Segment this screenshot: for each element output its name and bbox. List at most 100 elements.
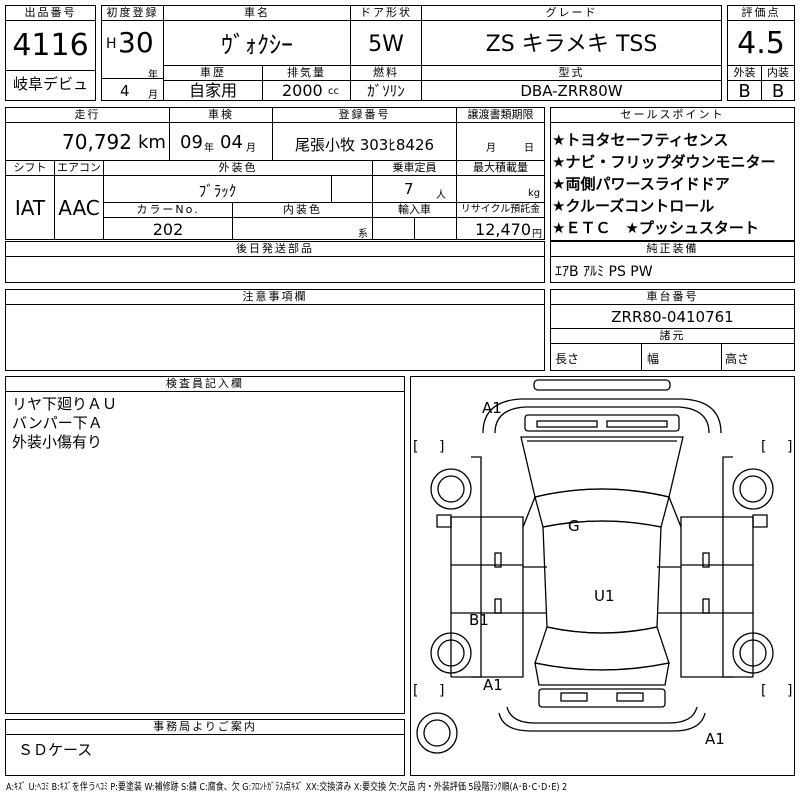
- height-label: 高さ: [725, 352, 750, 366]
- interior-color-unit: 系: [358, 229, 368, 240]
- width-label: 幅: [647, 352, 660, 366]
- transfer-month-unit: 月: [486, 143, 496, 154]
- inspector-label: 検査員記入欄: [6, 377, 404, 392]
- displacement-unit: cc: [328, 86, 339, 97]
- first-reg-label: 初度登録: [102, 6, 163, 21]
- legend-text: A:ｷｽﾞ U:ﾍｺﾐ B:ｷｽﾞを伴うﾍｺﾐ P:要塗装 W:補修跡 S:錆 …: [6, 781, 796, 795]
- exterior-color-label: 外装色: [104, 161, 372, 176]
- ext-score-value: B: [738, 81, 751, 102]
- sales-points-label: セールスポイント: [551, 108, 794, 123]
- bracket-mark: ]: [439, 683, 445, 699]
- bracket-mark: ]: [439, 439, 445, 455]
- later-parts-label: 後日発送部品: [6, 242, 544, 257]
- notes-label: 注意事項欄: [6, 290, 544, 305]
- inspector-section: 検査員記入欄 リヤ下廻りＡＵ バンパー下Ａ 外装小傷有り: [5, 376, 405, 714]
- car-outline-diagram: [416, 379, 774, 754]
- shift-value: IAT: [14, 196, 46, 220]
- load-unit: kg: [528, 188, 541, 199]
- ext-score-label: 外装: [728, 66, 761, 81]
- import-label: 輸入車: [373, 203, 456, 218]
- inspection-month-unit: 月: [246, 143, 256, 154]
- damage-mark-front-bumper: A1: [482, 399, 502, 417]
- damage-mark-left-rear: B1: [469, 611, 489, 629]
- color-no-label: カラーNo.: [104, 203, 232, 218]
- car-name-label: 車名: [164, 6, 350, 21]
- recycle-unit: 円: [532, 229, 542, 240]
- mileage-value: 70,792: [62, 130, 132, 154]
- aircon-label: エアコン: [55, 161, 103, 176]
- door-value: 5W: [368, 32, 404, 57]
- bracket-mark: ]: [787, 439, 793, 455]
- equipment-label: 純正装備: [551, 242, 794, 257]
- history-value: 自家用: [188, 82, 237, 100]
- office-section: 事務局よりご案内 ＳＤケース: [5, 719, 405, 776]
- mileage-unit: km: [138, 132, 166, 153]
- chassis-value: ZRR80-0410761: [611, 308, 734, 326]
- length-label: 長さ: [555, 352, 580, 366]
- plate-label: 登録番号: [273, 108, 456, 123]
- capacity-value: 7: [404, 180, 414, 198]
- grade-value: ZS キラメキ TSS: [485, 32, 658, 57]
- bracket-mark: [: [413, 439, 419, 455]
- inspection-year-unit: 年: [204, 143, 214, 154]
- equipment-section: 純正装備 ｴｱB ｱﾙﾐ PS PW: [550, 241, 795, 283]
- legend-line: A:ｷｽﾞ U:ﾍｺﾐ B:ｷｽﾞを伴うﾍｺﾐ P:要塗装 W:補修跡 S:錆 …: [6, 782, 568, 793]
- exterior-color-value: ﾌﾞﾗｯｸ: [198, 182, 237, 200]
- capacity-unit: 人: [436, 190, 446, 201]
- displacement-label: 排気量: [263, 66, 350, 81]
- score-section: 評価点 4.5 外装 内装 B B: [727, 5, 795, 102]
- damage-mark-rear-bumper: A1: [705, 730, 725, 748]
- inspector-line: 外装小傷有り: [12, 433, 103, 451]
- inspection-year: 09: [180, 132, 203, 153]
- recycle-label: リサイクル預託金: [457, 203, 544, 218]
- sales-point-item: ★トヨタセーフティセンス: [552, 131, 729, 149]
- history-label: 車歴: [164, 66, 262, 81]
- first-reg-era: H: [106, 36, 117, 52]
- sales-points-section: セールスポイント ★トヨタセーフティセンス ★ナビ・フリップダウンモニター ★両…: [550, 107, 795, 241]
- sales-point-item: ★クルーズコントロール: [552, 197, 715, 215]
- sales-point-item: ★ＥＴＣ ★プッシュスタート: [552, 219, 759, 237]
- displacement-value: 2000: [282, 82, 323, 100]
- bracket-mark: ]: [787, 683, 793, 699]
- mileage-label: 走行: [6, 108, 169, 123]
- car-name-value: ｳﾞｫｸｼｰ: [221, 31, 293, 59]
- first-reg-month-unit: 月: [148, 90, 158, 101]
- score-label: 評価点: [728, 6, 794, 21]
- fuel-label: 燃料: [351, 66, 421, 81]
- load-label: 最大積載量: [457, 161, 544, 176]
- office-text: ＳＤケース: [18, 741, 93, 759]
- door-label: ドア形状: [351, 6, 421, 21]
- inspector-line: バンパー下Ａ: [12, 414, 103, 432]
- first-reg-year: 30: [118, 26, 154, 59]
- shift-label: シフト: [6, 161, 54, 176]
- damage-mark-roof: U1: [594, 587, 615, 605]
- lot-number: 4116: [12, 28, 89, 63]
- damage-mark-left-lower: A1: [483, 676, 503, 694]
- later-parts-section: 後日発送部品: [5, 241, 545, 283]
- recycle-value: 12,470: [475, 220, 531, 239]
- model-code-label: 型式: [422, 66, 721, 81]
- inspection-label: 車検: [170, 108, 272, 123]
- int-score-label: 内装: [762, 66, 794, 81]
- lot-section: 出品番号 4116 岐阜デビュ: [5, 5, 96, 101]
- vehicle-header-section: 初度登録 車名 ドア形状 グレード H 30 年 4 月 ｳﾞｫｸｼｰ 5W Z…: [101, 5, 722, 101]
- damage-diagram: [ ] [ ] [ ] [ ] A1 G U1 B1 A1 A1: [410, 376, 795, 776]
- sales-point-item: ★ナビ・フリップダウンモニター: [552, 153, 776, 171]
- chassis-section: 車台番号 ZRR80-0410761 諸元 長さ 幅 高さ: [550, 289, 795, 371]
- transfer-day-unit: 日: [524, 143, 534, 154]
- dimensions-label: 諸元: [551, 329, 794, 344]
- capacity-label: 乗車定員: [373, 161, 456, 176]
- first-reg-month: 4: [120, 82, 130, 100]
- damage-mark-windshield: G: [568, 517, 580, 535]
- grade-label: グレード: [422, 6, 721, 21]
- model-code-value: DBA-ZRR80W: [520, 82, 623, 100]
- lot-label: 出品番号: [6, 6, 95, 21]
- bracket-mark: [: [761, 439, 767, 455]
- interior-color-label: 内装色: [233, 203, 372, 218]
- bracket-mark: [: [761, 683, 767, 699]
- inspection-month: 04: [220, 132, 243, 153]
- bracket-mark: [: [413, 683, 419, 699]
- aircon-value: AAC: [58, 196, 100, 220]
- vehicle-detail-section: 走行 車検 登録番号 譲渡書類期限 70,792 km 09 年 04 月 尾張…: [5, 107, 545, 240]
- color-no-value: 202: [152, 220, 184, 239]
